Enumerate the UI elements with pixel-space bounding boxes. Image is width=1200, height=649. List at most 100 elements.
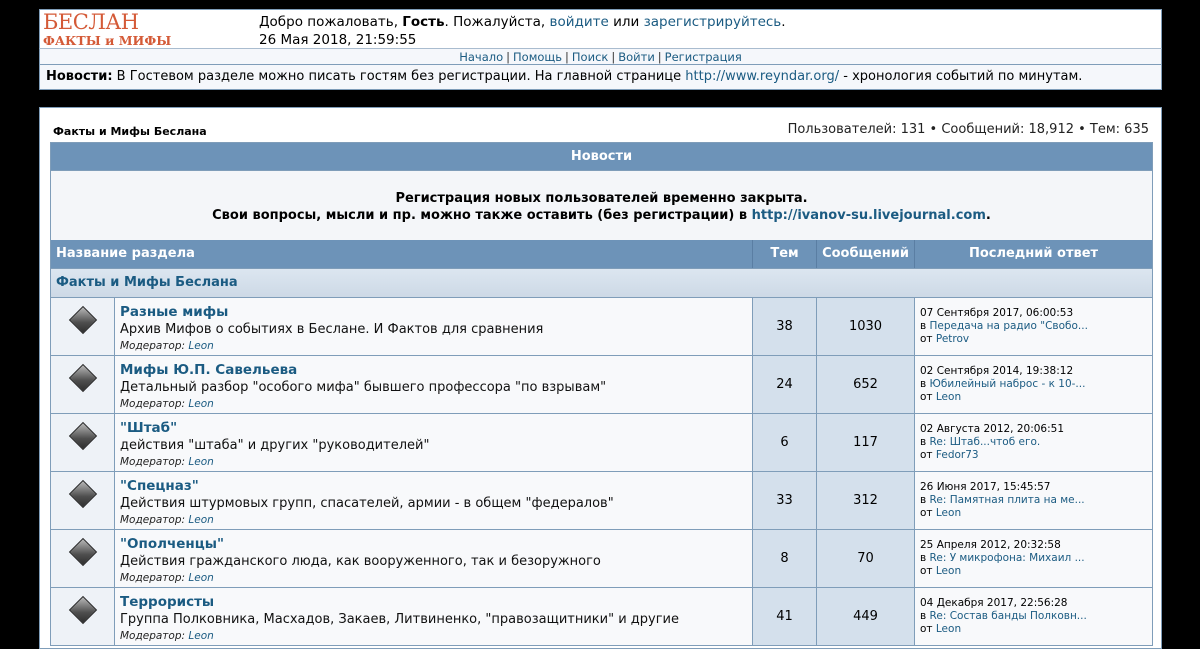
nav-search[interactable]: Поиск	[572, 50, 608, 64]
moderator-link[interactable]: Leon	[188, 630, 213, 642]
last-post-date: 26 Июня 2017, 15:45:57	[920, 481, 1051, 493]
board-description: Группа Полковника, Масхадов, Закаев, Лит…	[120, 612, 679, 627]
last-post-topic-link[interactable]: Re: У микрофона: Михаил ...	[930, 552, 1085, 564]
board-info: Террористы Группа Полковника, Масхадов, …	[115, 588, 753, 645]
last-post-author-link[interactable]: Leon	[936, 391, 961, 403]
category-title[interactable]: Факты и Мифы Беслана	[56, 275, 238, 290]
welcome-suffix: .	[781, 14, 786, 30]
nav-home[interactable]: Начало	[459, 50, 503, 64]
from-label: от	[920, 391, 936, 403]
guest-name: Гость	[402, 14, 445, 30]
board-status-icon	[68, 363, 98, 393]
board-title-link[interactable]: Террористы	[120, 594, 214, 610]
in-label: в	[920, 436, 930, 448]
in-label: в	[920, 320, 930, 332]
board-description: Действия гражданского люда, как вооружен…	[120, 554, 601, 569]
in-label: в	[920, 378, 930, 390]
nav-separator: |	[657, 50, 662, 64]
board-last-post: 26 Июня 2017, 15:45:57 в Re: Памятная пл…	[915, 472, 1152, 529]
site-logo[interactable]: БЕСЛАН ФАКТЫ и МИФЫ	[43, 10, 173, 48]
board-icon-cell	[51, 472, 115, 529]
nav-help[interactable]: Помощь	[513, 50, 562, 64]
moderator-label: Модератор:	[120, 630, 189, 642]
board-moderator: Модератор: Leon	[120, 396, 747, 413]
last-post-topic-link[interactable]: Юбилейный наброс - к 10-...	[930, 378, 1086, 390]
board-description: действия "штаба" и других "руководителей…	[120, 438, 430, 453]
main-content: Факты и Мифы Беслана Пользователей: 131 …	[39, 107, 1162, 649]
news-tail: - хронология событий по минутам.	[839, 69, 1083, 84]
news-text: В Гостевом разделе можно писать гостям б…	[112, 69, 686, 84]
site-header: БЕСЛАН ФАКТЫ и МИФЫ Добро пожаловать, Го…	[39, 9, 1162, 48]
board-row: Разные мифы Архив Мифов о событиях в Бес…	[51, 297, 1152, 355]
board-last-post: 04 Декабря 2017, 22:56:28 в Re: Состав б…	[915, 588, 1152, 645]
board-row: "Ополченцы" Действия гражданского люда, …	[51, 529, 1152, 587]
moderator-label: Модератор:	[120, 514, 189, 526]
last-post-author-link[interactable]: Petrov	[936, 333, 969, 345]
announce-link[interactable]: http://ivanov-su.livejournal.com	[752, 208, 986, 223]
board-title-link[interactable]: Разные мифы	[120, 304, 228, 320]
board-status-icon	[68, 479, 98, 509]
last-post-author-link[interactable]: Fedor73	[936, 449, 979, 461]
moderator-link[interactable]: Leon	[188, 398, 213, 410]
from-label: от	[920, 507, 936, 519]
last-post-author-line: от Leon	[920, 391, 1147, 404]
forum-name-link[interactable]: Факты и Мифы Беслана	[53, 125, 207, 138]
nav-login[interactable]: Войти	[618, 50, 655, 64]
nav-register[interactable]: Регистрация	[665, 50, 742, 64]
board-last-post: 02 Сентября 2014, 19:38:12 в Юбилейный н…	[915, 356, 1152, 413]
board-posts-count: 1030	[817, 298, 915, 355]
last-post-topic-link[interactable]: Re: Состав банды Полковн...	[930, 610, 1087, 622]
board-topics-count: 33	[753, 472, 817, 529]
moderator-link[interactable]: Leon	[188, 340, 213, 352]
moderator-link[interactable]: Leon	[188, 456, 213, 468]
col-section: Название раздела	[51, 240, 753, 268]
last-post-topic-link[interactable]: Передача на радио "Свобо...	[930, 320, 1088, 332]
board-status-icon	[68, 421, 98, 451]
board-posts-count: 70	[817, 530, 915, 587]
last-post-date: 02 Августа 2012, 20:06:51	[920, 423, 1065, 435]
announce-header: Новости	[51, 143, 1152, 170]
last-post-topic-link[interactable]: Re: Штаб...чтоб его.	[930, 436, 1041, 448]
in-label: в	[920, 610, 930, 622]
board-info: "Штаб" действия "штаба" и других "руково…	[115, 414, 753, 471]
moderator-link[interactable]: Leon	[188, 572, 213, 584]
board-title-link[interactable]: "Ополченцы"	[120, 536, 224, 552]
board-topics-count: 24	[753, 356, 817, 413]
board-icon-cell	[51, 588, 115, 645]
board-icon-cell	[51, 414, 115, 471]
col-last: Последний ответ	[968, 246, 1099, 261]
login-link[interactable]: войдите	[550, 14, 609, 30]
board-row: Мифы Ю.П. Савельева Детальный разбор "ос…	[51, 355, 1152, 413]
board-description: Детальный разбор "особого мифа" бывшего …	[120, 380, 607, 395]
news-link[interactable]: http://www.reyndar.org/	[685, 69, 839, 84]
board-title-link[interactable]: "Спецназ"	[120, 478, 199, 494]
board-posts-count: 449	[817, 588, 915, 645]
last-post-date: 04 Декабря 2017, 22:56:28	[920, 597, 1068, 609]
board-posts-count: 312	[817, 472, 915, 529]
last-post-author-link[interactable]: Leon	[936, 623, 961, 635]
moderator-label: Модератор:	[120, 456, 189, 468]
board-index: Новости Регистрация новых пользователей …	[50, 142, 1153, 646]
last-post-author-line: от Leon	[920, 507, 1147, 520]
from-label: от	[920, 333, 936, 345]
board-row: "Спецназ" Действия штурмовых групп, спас…	[51, 471, 1152, 529]
board-title-link[interactable]: "Штаб"	[120, 420, 177, 436]
table-header: Название раздела Тем Сообщений Последний…	[51, 240, 1152, 268]
last-post-topic-line: в Юбилейный наброс - к 10-...	[920, 378, 1147, 391]
last-post-topic-line: в Re: Памятная плита на ме...	[920, 494, 1147, 507]
last-post-date: 25 Апреля 2012, 20:32:58	[920, 539, 1061, 551]
last-post-author-link[interactable]: Leon	[936, 507, 961, 519]
welcome-or: или	[608, 14, 644, 30]
board-info: Мифы Ю.П. Савельева Детальный разбор "ос…	[115, 356, 753, 413]
board-moderator: Модератор: Leon	[120, 570, 747, 587]
nav-separator: |	[565, 50, 569, 64]
register-link[interactable]: зарегистрируйтесь	[644, 14, 782, 30]
board-status-icon	[68, 595, 98, 625]
board-title-link[interactable]: Мифы Ю.П. Савельева	[120, 362, 297, 378]
category-header[interactable]: Факты и Мифы Беслана	[51, 268, 1152, 297]
last-post-topic-link[interactable]: Re: Памятная плита на ме...	[930, 494, 1085, 506]
last-post-author-link[interactable]: Leon	[936, 565, 961, 577]
moderator-link[interactable]: Leon	[188, 514, 213, 526]
board-last-post: 02 Августа 2012, 20:06:51 в Re: Штаб...ч…	[915, 414, 1152, 471]
last-post-topic-line: в Re: У микрофона: Михаил ...	[920, 552, 1147, 565]
